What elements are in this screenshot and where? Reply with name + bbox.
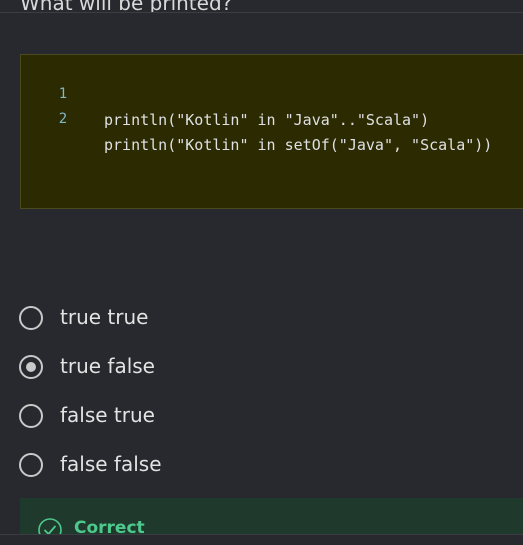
- question-text: What will be printed?: [20, 0, 233, 13]
- answer-option[interactable]: true false: [18, 349, 318, 398]
- bottom-bar: [0, 534, 523, 545]
- option-label: true true: [60, 305, 149, 329]
- option-label: false false: [60, 452, 162, 476]
- radio-button[interactable]: [19, 404, 43, 428]
- line-number: 2: [58, 111, 68, 127]
- answer-option[interactable]: false false: [18, 447, 318, 496]
- code-text: println("Kotlin" in setOf("Java", "Scala…: [104, 136, 493, 154]
- quiz-page: What will be printed? 1 println("Kotlin"…: [0, 0, 523, 545]
- code-block: 1 println("Kotlin" in "Java".."Scala") 2…: [20, 54, 523, 209]
- code-line: 1 println("Kotlin" in "Java".."Scala"): [21, 55, 429, 129]
- answer-option[interactable]: true true: [18, 300, 318, 349]
- code-text: println("Kotlin" in "Java".."Scala"): [104, 111, 430, 129]
- option-label: true false: [60, 354, 155, 378]
- option-label: false true: [60, 403, 155, 427]
- code-line: 2 println("Kotlin" in setOf("Java", "Sca…: [21, 80, 493, 154]
- radio-button-selected[interactable]: [19, 355, 43, 379]
- question-header: What will be printed?: [0, 0, 523, 13]
- radio-button[interactable]: [19, 306, 43, 330]
- radio-button[interactable]: [19, 453, 43, 477]
- answer-option[interactable]: false true: [18, 398, 318, 447]
- answer-options: true true true false false true false fa…: [18, 300, 318, 496]
